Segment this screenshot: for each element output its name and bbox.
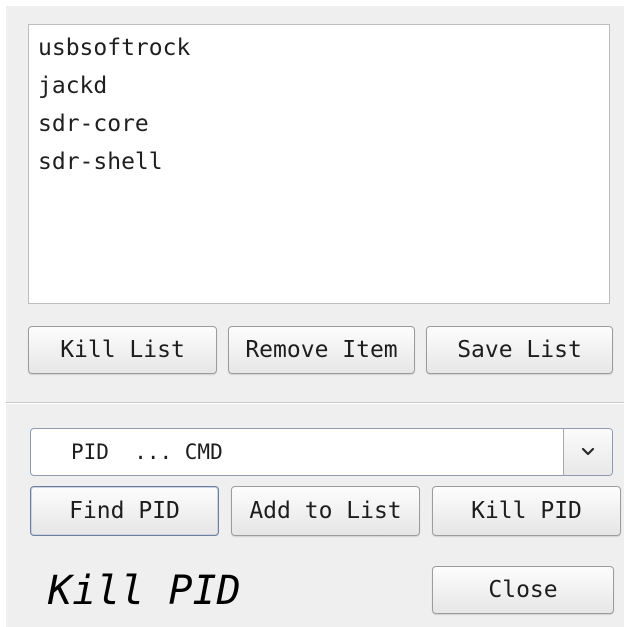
list-item[interactable]: sdr-shell (29, 143, 609, 181)
process-select[interactable]: PID ... CMD (30, 428, 613, 476)
kill-pid-button[interactable]: Kill PID (432, 486, 621, 536)
section-divider (6, 402, 624, 404)
kill-list-button[interactable]: Kill List (28, 326, 217, 374)
window-title-label: Kill PID (48, 568, 241, 614)
find-pid-button[interactable]: Find PID (30, 486, 219, 536)
chevron-down-icon[interactable] (563, 429, 612, 475)
add-to-list-button[interactable]: Add to List (231, 486, 420, 536)
save-list-button[interactable]: Save List (426, 326, 613, 374)
list-item[interactable]: sdr-core (29, 105, 609, 143)
close-button[interactable]: Close (432, 566, 614, 614)
process-select-value: PID ... CMD (71, 440, 223, 464)
list-item[interactable]: usbsoftrock (29, 29, 609, 67)
kill-pid-window: usbsoftrock jackd sdr-core sdr-shell Kil… (6, 6, 624, 627)
remove-item-button[interactable]: Remove Item (228, 326, 415, 374)
list-item[interactable]: jackd (29, 67, 609, 105)
process-listbox[interactable]: usbsoftrock jackd sdr-core sdr-shell (28, 24, 610, 304)
